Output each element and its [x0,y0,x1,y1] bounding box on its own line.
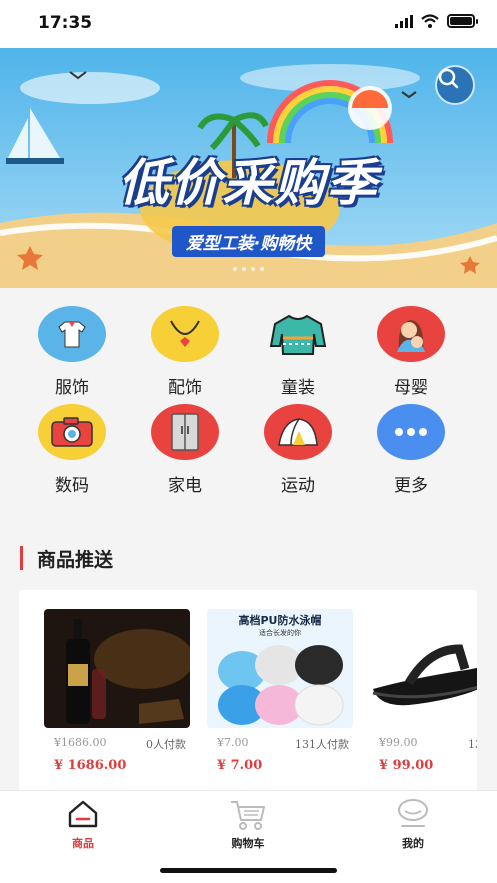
cart-icon [231,801,265,830]
category-kids-clothing[interactable]: 童装 [253,306,343,398]
original-price: ¥1686.00 [54,736,107,749]
product-meta: ¥1686.00 0人付款 [54,736,186,752]
product-carousel[interactable]: ¥1686.00 0人付款 ¥ 1686.00 高档PU防水泳帽 适合长发的你 … [19,590,477,790]
wifi-icon [421,14,439,28]
shirt-icon [38,306,106,362]
home-icon [68,800,98,828]
tab-cart[interactable]: 购物车 [203,797,293,851]
category-mother-baby[interactable]: 母婴 [366,306,456,398]
section-accent-bar [20,546,23,570]
fridge-icon [151,404,219,460]
category-clothing[interactable]: 服饰 [27,306,117,398]
category-sports[interactable]: 运动 [253,404,343,496]
status-bar: 17:35 [0,0,497,48]
category-grid: 服饰 配饰 童装 母婴 数码 家电 运动 更多 [0,288,497,516]
product-card[interactable]: 高档PU防水泳帽 适合长发的你 ¥7.00 131人付款 ¥ 7.00 [207,590,353,780]
status-icons [395,14,478,28]
signal-icon [395,14,413,28]
category-more[interactable]: 更多 [366,404,456,496]
promo-banner[interactable]: 低价采购季 爱型工装·购畅快 [0,48,497,288]
sold-count: 0人付款 [146,738,186,751]
banner-subtitle: 爱型工装·购畅快 [0,226,497,257]
tent-icon [264,404,332,460]
product-price: ¥ 1686.00 [54,758,127,773]
profile-icon [398,799,428,827]
home-indicator[interactable] [160,868,337,873]
carousel-indicator [0,267,497,271]
search-icon [438,68,459,89]
product-image-sandal [369,609,477,728]
more-icon [377,404,445,460]
sold-count: 131人付款 [295,738,349,751]
category-appliances[interactable]: 家电 [140,404,230,496]
mother-baby-icon [377,306,445,362]
product-price: ¥ 99.00 [379,758,434,773]
product-card[interactable]: ¥99.00 138人付 ¥ 99.00 [369,590,477,780]
product-meta: ¥99.00 138人付 [379,736,477,752]
product-image-wine [44,609,190,728]
product-meta: ¥7.00 131人付款 [217,736,349,752]
sweater-icon [264,306,332,362]
original-price: ¥99.00 [379,736,418,749]
search-button[interactable] [435,65,475,105]
banner-title: 低价采购季 [118,154,379,212]
necklace-icon [151,306,219,362]
category-digital[interactable]: 数码 [27,404,117,496]
camera-icon [38,404,106,460]
product-image-caption: 高档PU防水泳帽 适合长发的你 [238,614,322,637]
product-card[interactable]: ¥1686.00 0人付款 ¥ 1686.00 [44,590,190,780]
battery-icon [447,14,478,28]
status-time: 17:35 [38,13,93,33]
product-price: ¥ 7.00 [217,758,263,773]
tab-products[interactable]: 商品 [38,797,128,851]
section-title: 商品推送 [37,548,114,571]
section-header: 商品推送 [20,545,113,571]
original-price: ¥7.00 [217,736,249,749]
category-accessories[interactable]: 配饰 [140,306,230,398]
sold-count: 138人付 [468,738,477,751]
tab-profile[interactable]: 我的 [368,797,458,851]
product-image-swim-caps: 高档PU防水泳帽 适合长发的你 [207,609,353,728]
